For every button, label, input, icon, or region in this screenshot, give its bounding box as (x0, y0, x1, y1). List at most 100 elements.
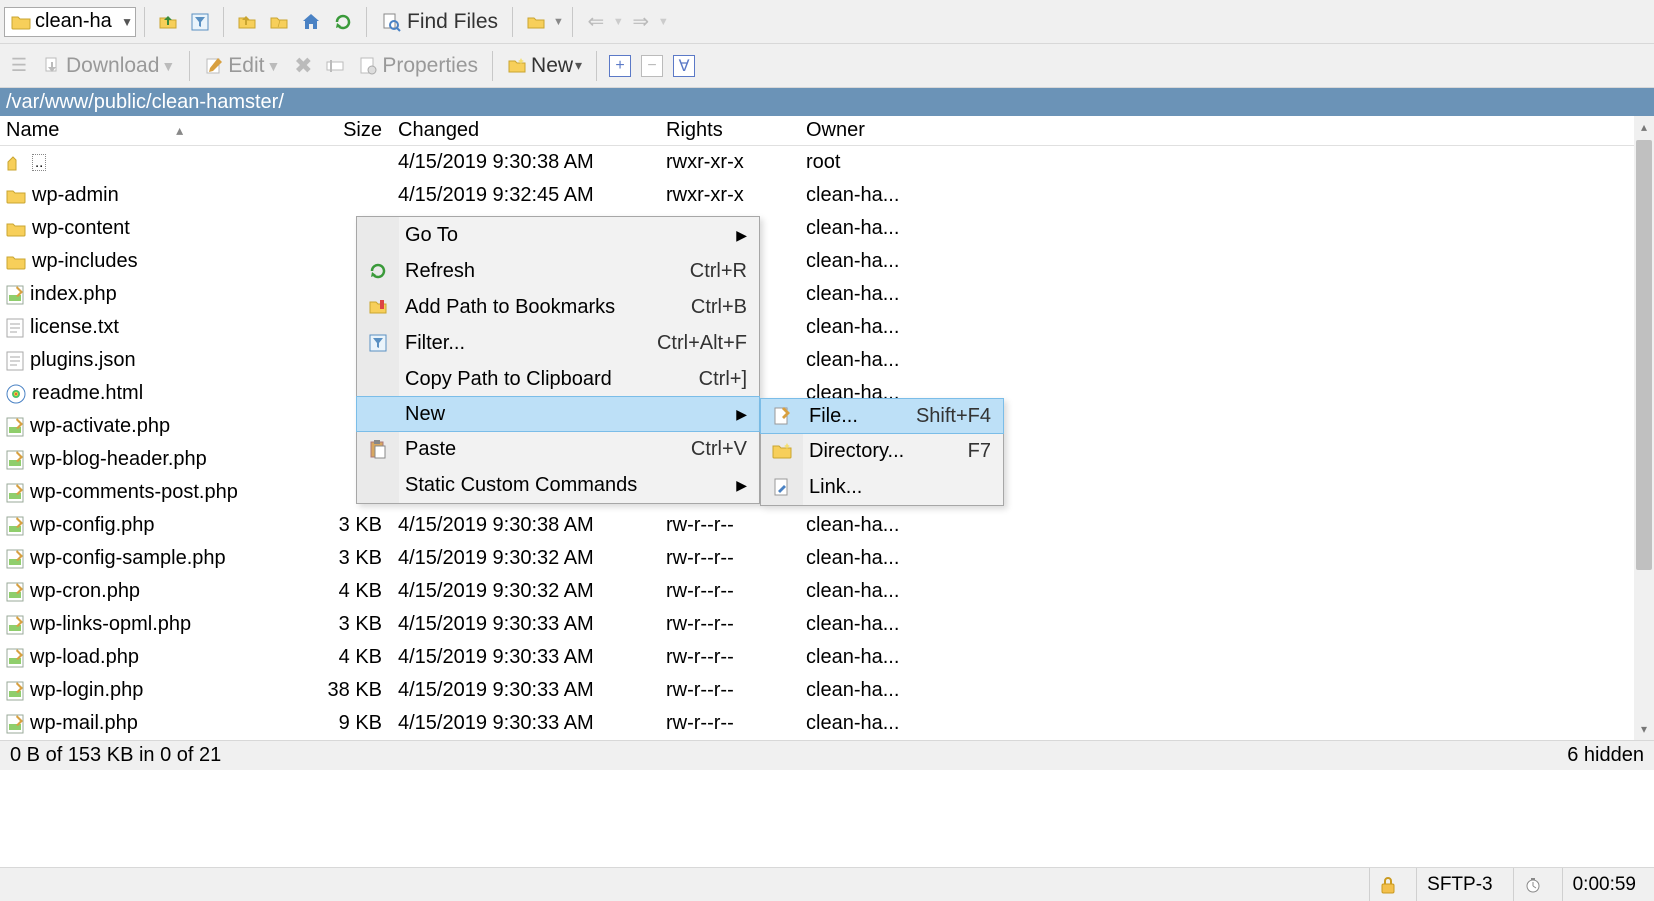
menu-item-filter[interactable]: Filter... Ctrl+Alt+F (357, 325, 759, 361)
queue-icon[interactable]: ☰ (4, 51, 34, 81)
parent-dir-button[interactable] (153, 7, 183, 37)
refresh-icon (366, 259, 390, 283)
delete-button[interactable]: ✖ (288, 51, 318, 81)
file-rights: rw-r--r-- (660, 710, 800, 737)
scroll-up-icon[interactable]: ▴ (1634, 116, 1654, 138)
nav-forward-button[interactable]: ⇒ (626, 7, 656, 37)
file-size (306, 194, 392, 198)
newfolder-icon (770, 439, 794, 463)
elapsed-time: 0:00:59 (1562, 868, 1646, 901)
file-name: readme.html (32, 382, 143, 405)
selection-status-bar: 0 B of 153 KB in 0 of 21 6 hidden (0, 740, 1654, 770)
file-name: plugins.json (30, 349, 136, 372)
selection-summary: 0 B of 153 KB in 0 of 21 (10, 744, 221, 767)
separator (223, 7, 224, 37)
file-changed: 4/15/2019 9:30:33 AM (392, 644, 660, 671)
sync-button[interactable] (521, 7, 551, 37)
table-row[interactable]: wp-config.php3 KB4/15/2019 9:30:38 AMrw-… (0, 509, 1634, 542)
file-size: 3 KB (306, 545, 392, 572)
newlink-icon (770, 475, 794, 499)
file-name: wp-load.php (30, 646, 139, 669)
nav-up-button[interactable] (232, 7, 262, 37)
separator (596, 51, 597, 81)
path-text: /var/www/public/clean-hamster/ (6, 91, 284, 114)
download-button[interactable]: Download ▼ (36, 51, 181, 81)
column-owner[interactable]: Owner (800, 117, 1000, 144)
menu-item-directory[interactable]: Directory...F7 (761, 433, 1003, 469)
vertical-scrollbar[interactable]: ▴ ▾ (1634, 116, 1654, 740)
filter-button[interactable] (185, 7, 215, 37)
toolbar-main: clean-ha ▼ / Find Files ▼ ⇐ ▼ ⇒ ▼ (0, 0, 1654, 44)
file-rights: rw-r--r-- (660, 611, 800, 638)
file-rights: rw-r--r-- (660, 545, 800, 572)
folder-icon (11, 14, 31, 30)
footer-status-bar: SFTP-3 0:00:59 (0, 867, 1654, 901)
refresh-button[interactable] (328, 7, 358, 37)
column-changed[interactable]: Changed (392, 117, 660, 144)
menu-item-copy-path-to-clipboard[interactable]: Copy Path to Clipboard Ctrl+] (357, 361, 759, 397)
table-row[interactable]: wp-config-sample.php3 KB4/15/2019 9:30:3… (0, 542, 1634, 575)
column-name[interactable]: Name▴ (0, 117, 306, 144)
table-row[interactable]: wp-mail.php9 KB4/15/2019 9:30:33 AMrw-r-… (0, 707, 1634, 740)
download-label: Download (66, 54, 159, 78)
menu-item-paste[interactable]: PasteCtrl+V (357, 431, 759, 467)
paste-icon (366, 437, 390, 461)
home-button[interactable] (296, 7, 326, 37)
separator (572, 7, 573, 37)
menu-item-new[interactable]: New▶ (356, 396, 760, 432)
context-menu: Go To▶RefreshCtrl+RAdd Path to Bookmarks… (356, 216, 760, 504)
table-row[interactable]: index.phpclean-ha... (0, 278, 1634, 311)
path-bar[interactable]: /var/www/public/clean-hamster/ (0, 88, 1654, 116)
rename-button[interactable] (320, 51, 350, 81)
find-files-button[interactable]: Find Files (375, 7, 504, 37)
table-row[interactable]: wp-includesclean-ha... (0, 245, 1634, 278)
scrollbar-thumb[interactable] (1636, 140, 1652, 570)
menu-item-shortcut: Ctrl+] (699, 368, 747, 391)
sort-indicator-icon: ▴ (59, 122, 300, 139)
submenu-arrow-icon: ▶ (736, 227, 747, 244)
file-name: wp-mail.php (30, 712, 138, 735)
column-rights[interactable]: Rights (660, 117, 800, 144)
menu-item-label: Static Custom Commands (405, 474, 720, 497)
table-row[interactable]: license.txt20clean-ha... (0, 311, 1634, 344)
file-name: wp-blog-header.php (30, 448, 207, 471)
file-changed: 4/15/2019 9:32:45 AM (392, 182, 660, 209)
edit-button[interactable]: Edit ▼ (198, 51, 286, 81)
menu-item-go-to[interactable]: Go To▶ (357, 217, 759, 253)
table-row[interactable]: wp-load.php4 KB4/15/2019 9:30:33 AMrw-r-… (0, 641, 1634, 674)
menu-item-shortcut: Ctrl+Alt+F (657, 332, 747, 355)
menu-item-link[interactable]: Link... (761, 469, 1003, 505)
select-invert-button[interactable]: ∀ (669, 51, 699, 81)
nav-back-button[interactable]: ⇐ (581, 7, 611, 37)
scroll-down-icon[interactable]: ▾ (1634, 718, 1654, 740)
new-button[interactable]: New ▾ (501, 51, 588, 81)
submenu-arrow-icon: ▶ (736, 406, 747, 423)
table-row[interactable]: ..4/15/2019 9:30:38 AMrwxr-xr-xroot (0, 146, 1634, 179)
file-owner: clean-ha... (800, 710, 1000, 737)
file-size: 4 KB (306, 578, 392, 605)
table-row[interactable]: wp-cron.php4 KB4/15/2019 9:30:32 AMrw-r-… (0, 575, 1634, 608)
column-size[interactable]: Size (306, 117, 392, 144)
menu-item-add-path-to-bookmarks[interactable]: Add Path to BookmarksCtrl+B (357, 289, 759, 325)
select-all-button[interactable]: + (605, 51, 635, 81)
properties-label: Properties (382, 54, 478, 78)
table-row[interactable]: wp-links-opml.php3 KB4/15/2019 9:30:33 A… (0, 608, 1634, 641)
file-size (306, 161, 392, 165)
table-row[interactable]: wp-admin4/15/2019 9:32:45 AMrwxr-xr-xcle… (0, 179, 1634, 212)
file-size: 3 KB (306, 512, 392, 539)
table-row[interactable]: wp-contentclean-ha... (0, 212, 1634, 245)
properties-button[interactable]: Properties (352, 51, 484, 81)
menu-item-refresh[interactable]: RefreshCtrl+R (357, 253, 759, 289)
file-name: wp-config.php (30, 514, 155, 537)
menu-item-label: Filter... (405, 332, 633, 355)
menu-item-static-custom-commands[interactable]: Static Custom Commands▶ (357, 467, 759, 503)
nav-root-button[interactable]: / (264, 7, 294, 37)
select-none-button[interactable]: − (637, 51, 667, 81)
menu-item-shortcut: Shift+F4 (916, 405, 991, 428)
menu-item-label: Copy Path to Clipboard (405, 368, 675, 391)
table-row[interactable]: wp-login.php38 KB4/15/2019 9:30:33 AMrw-… (0, 674, 1634, 707)
file-rights: rwxr-xr-x (660, 149, 800, 176)
table-row[interactable]: plugins.jsonclean-ha... (0, 344, 1634, 377)
menu-item-file[interactable]: File...Shift+F4 (760, 398, 1004, 434)
location-combo[interactable]: clean-ha ▼ (4, 7, 136, 37)
